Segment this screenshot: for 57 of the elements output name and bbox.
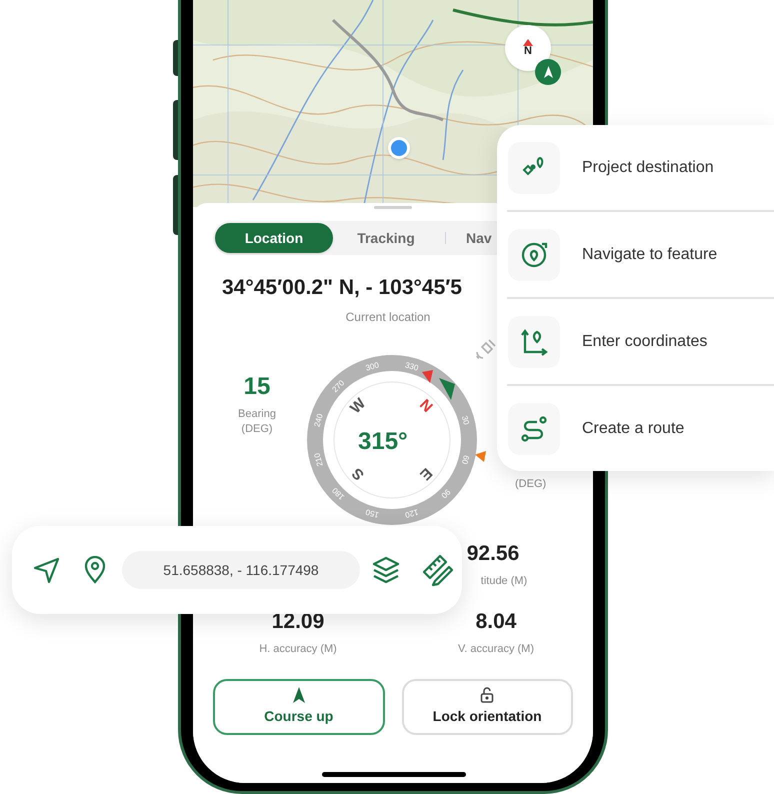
menu-item[interactable]: Navigate to feature: [497, 212, 774, 297]
dial-label: 60: [460, 454, 471, 465]
stat-value: 12.09: [272, 608, 324, 634]
menu-item[interactable]: Create a route: [497, 386, 774, 471]
arrow-up-icon: [292, 686, 305, 702]
menu-label: Navigate to feature: [582, 244, 718, 264]
north-marker-icon: [422, 370, 433, 382]
axes-pin-icon: [520, 328, 548, 356]
dial-label: 210: [312, 452, 325, 467]
sheet-handle[interactable]: [374, 206, 412, 209]
layers-icon[interactable]: [371, 555, 401, 585]
dial-label: 120: [404, 506, 420, 519]
menu-label: Create a route: [582, 418, 684, 438]
bearing-value: 15: [244, 372, 270, 402]
map-pin-icon[interactable]: [83, 556, 107, 584]
stat-label: V. accuracy (M): [458, 642, 534, 657]
arrow-up-icon: [544, 66, 552, 78]
stat-value: 8.04: [476, 608, 516, 634]
stat-label: H. accuracy (M): [259, 642, 337, 657]
dial-label: 30: [460, 414, 471, 426]
coordinates-label: Current location: [344, 308, 432, 326]
cardinal-letter: S: [348, 464, 368, 483]
dial-label: 330: [404, 360, 420, 372]
cardinal-letter: E: [416, 464, 436, 483]
coordinate-field[interactable]: 51.658838, - 116.177498: [122, 551, 360, 589]
heading-marker-icon: [439, 378, 455, 400]
menu-label: Enter coordinates: [582, 332, 708, 352]
dial-label: 240: [312, 412, 325, 428]
menu-item[interactable]: Project destination: [497, 125, 774, 210]
dial-label: 300: [364, 360, 380, 372]
north-label: N: [524, 46, 532, 57]
mode-button[interactable]: Course up: [213, 678, 384, 734]
stat-value: 92.56: [466, 540, 520, 566]
unit-label: (DEG): [515, 476, 546, 492]
dial-label: 90: [439, 486, 452, 500]
ruler-pencil-icon[interactable]: [421, 553, 455, 587]
tab[interactable]: Location: [215, 223, 333, 253]
route-icon: [520, 414, 548, 442]
north-arrow-icon: [523, 39, 533, 46]
dial-label: 180: [330, 485, 346, 502]
navigation-arrow-icon[interactable]: [32, 556, 60, 584]
cardinal-letter: W: [347, 394, 370, 417]
menu-label: Project destination: [582, 158, 714, 178]
compass-heading: 315°: [358, 426, 408, 456]
satellite-icon: [474, 336, 498, 360]
cardinal-letter: N: [416, 396, 436, 416]
tab[interactable]: Tracking: [333, 223, 439, 253]
target-pin-icon: [520, 240, 548, 268]
stat-label: titude (M): [480, 574, 528, 589]
dial-label: 150: [364, 506, 380, 519]
bearing-label: Bearing (DEG): [237, 406, 277, 436]
dial-label: 270: [330, 378, 346, 394]
bearing-marker-icon: [475, 450, 486, 462]
coordinates: 34°45′00.2" N, - 103°45′5: [221, 275, 463, 301]
menu-item[interactable]: Enter coordinates: [497, 299, 774, 384]
mode-button[interactable]: Lock orientation: [402, 678, 573, 734]
unlocked-padlock-icon: [480, 686, 494, 702]
